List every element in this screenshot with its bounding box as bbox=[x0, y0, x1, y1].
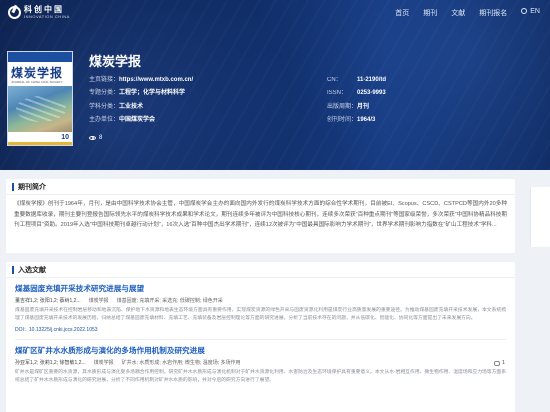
site-logo[interactable]: 科创中国 INNOVATION CHINA bbox=[8, 5, 70, 19]
logo-cn: 科创中国 bbox=[24, 5, 64, 14]
journal-intro-card: 期刊简介 《煤炭学报》创刊于1964年，月刊，是由中国科学技术协会主管，中国煤炭… bbox=[6, 179, 515, 253]
article-doi[interactable]: DOI：10.13225/j.cnki.jccs.2022.1053 bbox=[15, 326, 506, 333]
journal-info-left: 主页链接：https://www.mtxb.com.cn/ 专题分类：工程学；化… bbox=[89, 74, 193, 128]
journal-cover: 煤炭学报 JOURNAL OF CHINA COAL SOCIETY 10 bbox=[7, 51, 73, 146]
info-topic: 专题分类：工程学；化学与材料科学 bbox=[89, 90, 186, 97]
language-label: EN bbox=[530, 8, 540, 15]
journal-info-right: CN： 11-2190/td ISSN： 0253-9993 出版周期：月刊 创刊时… bbox=[327, 74, 386, 128]
info-frequency: 出版周期：月刊 bbox=[327, 103, 370, 110]
article-abstract: 煤基固废充填开采技术在控制岩层移动和地表沉陷、保护地下水资源和地表生态环境方面具… bbox=[15, 308, 506, 321]
info-founded: 创刊时间：1964/3 bbox=[327, 117, 376, 124]
article-title-link[interactable]: 煤基固废充填开采技术研究进展与展望 bbox=[15, 284, 506, 294]
globe-icon bbox=[521, 8, 528, 14]
side-panel-tab[interactable] bbox=[530, 187, 550, 247]
journal-title: 煤炭学报 bbox=[89, 54, 142, 69]
nav-journal-signup[interactable]: 期刊报名 bbox=[479, 8, 507, 18]
article-item: 煤矿区矿井水水质形成与演化的多场作用机制及研究进展 孙亚军1,2; 张莉1,2;… bbox=[6, 346, 515, 385]
article-keywords: 矿井水; 水质形成; 水岩作用; 微生物; 温度场; 多场作用 bbox=[121, 360, 241, 366]
nav-literature[interactable]: 文献 bbox=[451, 8, 465, 18]
cover-issue: 10 bbox=[61, 134, 69, 141]
view-count-value: 8 bbox=[99, 135, 103, 141]
intro-heading: 期刊简介 bbox=[18, 183, 46, 191]
article-item: 煤基固废充填开采技术研究进展与展望 董吉祥1,2; 张阳1,2; 蔡树1,2..… bbox=[6, 284, 515, 366]
nav-home[interactable]: 首页 bbox=[395, 8, 409, 18]
main-nav: 首页 期刊 文献 期刊报名 EN bbox=[395, 8, 540, 18]
article-journal: 煤炭学报 bbox=[88, 298, 109, 304]
divider bbox=[15, 339, 506, 340]
articles-card: 入选文献 煤基固废充填开采技术研究进展与展望 董吉祥1,2; 张阳1,2; 蔡树… bbox=[6, 262, 515, 412]
cover-title: 煤炭学报 bbox=[11, 66, 64, 80]
cover-image bbox=[8, 86, 72, 132]
article-authors: 董吉祥1,2; 张阳1,2; 蔡树1,2... bbox=[15, 298, 81, 304]
article-meta: 董吉祥1,2; 张阳1,2; 蔡树1,2... 煤炭学报 煤基固废; 充填开采;… bbox=[15, 297, 506, 304]
info-issn: ISSN： 0253-9993 bbox=[327, 90, 386, 97]
homepage-link[interactable]: https://www.mtxb.com.cn/ bbox=[119, 77, 193, 83]
article-journal: 煤炭学报 bbox=[93, 360, 114, 366]
article-title-link[interactable]: 煤矿区矿井水水质形成与演化的多场作用机制及研究进展 bbox=[15, 346, 506, 356]
article-authors: 孙亚军1,2; 张莉1,2; 徐智敏1,2... bbox=[15, 360, 86, 366]
journal-hero: 科创中国 INNOVATION CHINA 首页 期刊 文献 期刊报名 EN 煤… bbox=[0, 0, 550, 170]
eye-icon bbox=[89, 136, 96, 140]
info-subject: 学科分类：工业技术 bbox=[89, 103, 144, 110]
logo-icon bbox=[8, 5, 21, 19]
info-cn: CN： 11-2190/td bbox=[327, 77, 387, 83]
top-nav-bar: 科创中国 INNOVATION CHINA 首页 期刊 文献 期刊报名 EN bbox=[0, 0, 550, 26]
nav-journals[interactable]: 期刊 bbox=[423, 8, 437, 18]
articles-header: 入选文献 bbox=[6, 262, 515, 278]
info-sponsor: 主办单位：中国煤炭学会 bbox=[89, 117, 156, 124]
intro-text: 《煤炭学报》创刊于1964年，月刊，是由中国科学技术协会主管，中国煤炭学会主办的… bbox=[14, 201, 507, 228]
info-homepage: 主页链接：https://www.mtxb.com.cn/ bbox=[89, 77, 194, 83]
logo-en: INNOVATION CHINA bbox=[24, 14, 70, 19]
article-keywords: 煤基固废; 充填开采; 采选充; 低碳控制; 绿色开采 bbox=[116, 298, 223, 304]
article-meta: 孙亚军1,2; 张莉1,2; 徐智敏1,2... 煤炭学报 矿井水; 水质形成;… bbox=[15, 359, 506, 366]
article-abstract: 矿井水是煤矿区重要的水资源，其水质形成与演化受多场耦合作用控制。研究矿井水水质形… bbox=[15, 370, 506, 383]
intro-header: 期刊简介 bbox=[6, 179, 515, 195]
articles-heading: 入选文献 bbox=[18, 266, 46, 274]
view-count: 8 bbox=[89, 135, 102, 141]
language-switch[interactable]: EN bbox=[521, 8, 540, 18]
cover-subtitle: JOURNAL OF CHINA COAL SOCIETY bbox=[11, 80, 63, 84]
